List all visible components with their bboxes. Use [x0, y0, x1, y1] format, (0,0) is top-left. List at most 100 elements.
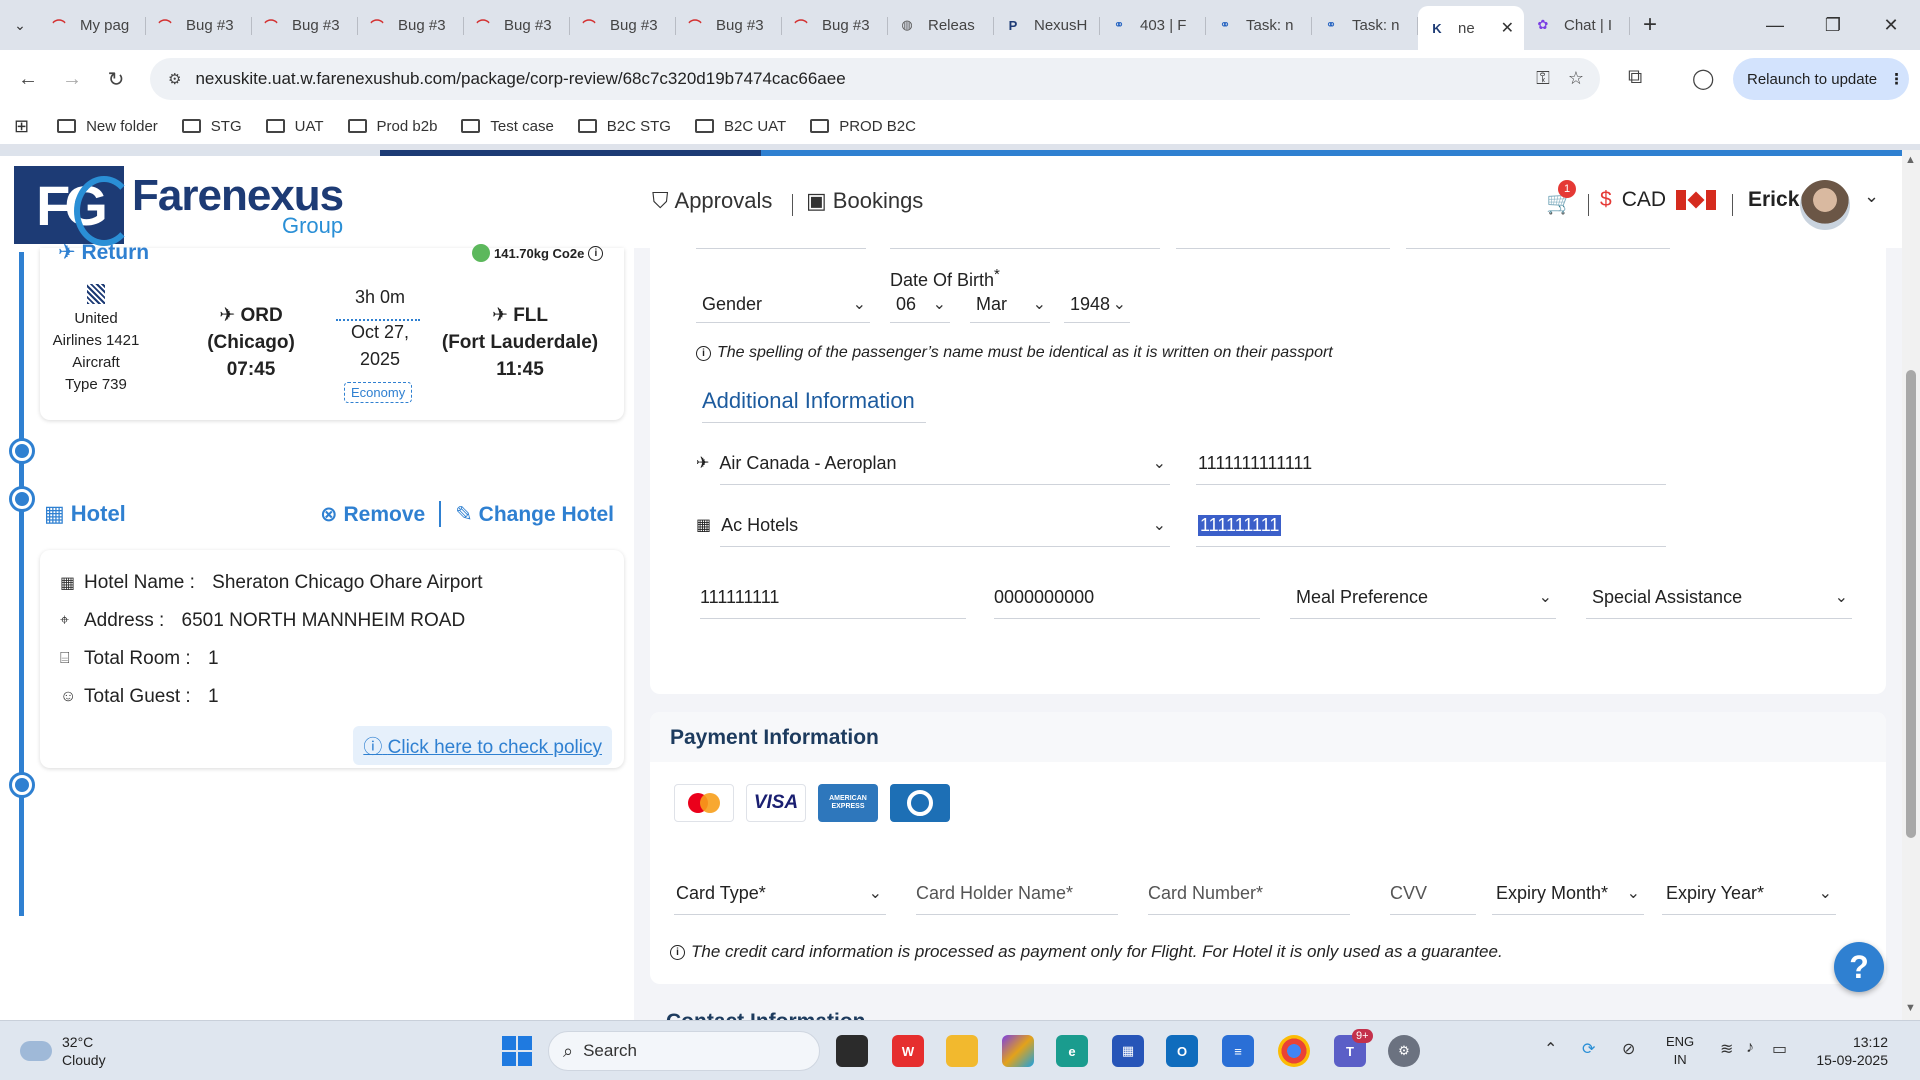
browser-tab[interactable]: ⌒ Bug #3	[464, 5, 570, 45]
key-icon[interactable]: ⚿	[1536, 68, 1550, 89]
close-tab-icon[interactable]: ✕	[1501, 18, 1514, 38]
file-explorer-icon[interactable]	[946, 1035, 978, 1067]
system-clock[interactable]: 13:12 15-09-2025	[1800, 1033, 1888, 1069]
wps-icon[interactable]: W	[892, 1035, 924, 1067]
minimize-icon[interactable]: —	[1746, 0, 1804, 50]
chrome-icon[interactable]	[1278, 1035, 1310, 1067]
volume-icon[interactable]: ♪	[1746, 1039, 1754, 1057]
change-hotel-button[interactable]: ✎ Change Hotel	[455, 502, 614, 527]
scroll-down-icon[interactable]: ▼	[1905, 1002, 1916, 1014]
info-icon[interactable]: i	[588, 245, 604, 261]
browser-tab[interactable]: ◍ Releas	[888, 5, 994, 45]
bookings-nav[interactable]: ▣ Bookings	[806, 188, 923, 214]
bookmark-folder[interactable]: Test case	[461, 118, 554, 135]
user-name[interactable]: Erick	[1748, 188, 1799, 212]
amex-icon[interactable]: AMERICAN EXPRESS	[818, 784, 878, 822]
visa-icon[interactable]: VISA	[746, 784, 806, 822]
approvals-nav[interactable]: ⛉ Approvals	[652, 188, 772, 214]
mastercard-icon[interactable]	[674, 784, 734, 822]
chevron-up-icon[interactable]: ⌃	[1544, 1039, 1557, 1059]
hotel-loyalty-select[interactable]: ▦ Ac Hotels ⌄	[696, 508, 1170, 542]
help-button[interactable]: ?	[1834, 942, 1884, 992]
expiry-year-select[interactable]: Expiry Year* ⌄	[1662, 876, 1836, 910]
scroll-thumb[interactable]	[1906, 370, 1916, 838]
settings-gear-icon[interactable]: ⚙	[1388, 1035, 1420, 1067]
gender-select[interactable]: Gender ⌄	[696, 288, 870, 320]
text-field-a[interactable]: 111111111	[700, 580, 966, 614]
browser-tab[interactable]: ⌒ Bug #3	[252, 5, 358, 45]
reload-icon[interactable]: ↻	[94, 67, 138, 92]
bookmark-folder[interactable]: New folder	[57, 118, 158, 135]
battery-icon[interactable]: ▭	[1772, 1039, 1787, 1059]
page-scrollbar[interactable]: ▲ ▼	[1902, 150, 1920, 1020]
language-indicator[interactable]: ENG IN	[1666, 1033, 1694, 1069]
bookmark-folder[interactable]: PROD B2C	[810, 118, 916, 135]
hotel-loyalty-number[interactable]: 111111111	[1196, 508, 1666, 542]
bookmark-folder[interactable]: B2C UAT	[694, 118, 786, 135]
browser-tab[interactable]: ⌒ Bug #3	[570, 5, 676, 45]
bookmark-star-icon[interactable]: ☆	[1568, 68, 1584, 89]
diners-icon[interactable]	[890, 784, 950, 822]
airline-loyalty-select[interactable]: ✈ Air Canada - Aeroplan ⌄	[696, 446, 1170, 480]
network-off-icon[interactable]: ⊘	[1622, 1039, 1635, 1059]
back-icon[interactable]: ←	[6, 68, 50, 91]
more-menu-icon[interactable]: ⋮	[1889, 70, 1904, 88]
card-holder-input[interactable]: Card Holder Name*	[916, 876, 1118, 910]
browser-tab[interactable]: P NexusH	[994, 5, 1100, 45]
wifi-icon[interactable]: ≋	[1720, 1039, 1733, 1059]
remove-hotel-button[interactable]: ⊗ Remove	[320, 502, 425, 527]
meal-preference-select[interactable]: Meal Preference ⌄	[1290, 580, 1556, 614]
card-number-input[interactable]: Card Number*	[1148, 876, 1350, 910]
chevron-down-icon[interactable]: ⌄	[1864, 186, 1879, 207]
scroll-up-icon[interactable]: ▲	[1905, 154, 1916, 166]
browser-tab[interactable]: ⌒ Bug #3	[782, 5, 888, 45]
outlook-icon[interactable]: O	[1166, 1035, 1198, 1067]
special-assistance-select[interactable]: Special Assistance ⌄	[1586, 580, 1852, 614]
browser-tab-active[interactable]: Kne ✕	[1418, 6, 1524, 50]
browser-tab[interactable]: ⌒ Bug #3	[146, 5, 252, 45]
browser-tab[interactable]: ⚭ 403 | F	[1100, 5, 1206, 45]
check-policy-link[interactable]: ⓘ Click here to check policy	[353, 726, 612, 765]
task-view-icon[interactable]	[836, 1035, 868, 1067]
cvv-input[interactable]: CVV	[1390, 876, 1476, 910]
bookmark-folder[interactable]: STG	[181, 118, 242, 135]
close-window-icon[interactable]: ✕	[1862, 0, 1920, 50]
weather-widget[interactable]: 32°C Cloudy	[20, 1033, 106, 1069]
windows-start-icon[interactable]	[502, 1036, 532, 1066]
dob-day-select[interactable]: 06 ⌄	[890, 288, 950, 320]
tab-search-chevron-icon[interactable]: ⌄	[0, 5, 40, 45]
browser-tab[interactable]: ⚭ Task: n	[1312, 5, 1418, 45]
relaunch-button[interactable]: Relaunch to update ⋮	[1733, 58, 1909, 100]
browser-tab[interactable]: ⌒ Bug #3	[676, 5, 782, 45]
card-type-select[interactable]: Card Type* ⌄	[674, 876, 886, 910]
profile-icon[interactable]: ◯	[1692, 66, 1714, 91]
apps-grid-icon[interactable]: ⊞	[14, 116, 29, 137]
restore-icon[interactable]: ❐	[1804, 0, 1862, 50]
farenexus-logo[interactable]: FG Farenexus Group	[14, 166, 354, 246]
extensions-icon[interactable]: ⧉	[1628, 66, 1642, 89]
expiry-month-select[interactable]: Expiry Month* ⌄	[1492, 876, 1644, 910]
site-info-icon[interactable]: ⚙	[168, 70, 181, 88]
bookmark-folder[interactable]: Prod b2b	[347, 118, 437, 135]
currency-selector[interactable]: $ CAD	[1600, 188, 1717, 212]
taskbar-search[interactable]: ⌕ Search	[548, 1031, 820, 1071]
notepad-icon[interactable]: ≡	[1222, 1035, 1254, 1067]
browser-tab[interactable]: ✿ Chat | I	[1524, 5, 1630, 45]
new-tab-button[interactable]: +	[1630, 11, 1670, 39]
dob-year-select[interactable]: 1948 ⌄	[1064, 288, 1130, 320]
store-icon[interactable]: ▦	[1112, 1035, 1144, 1067]
sync-icon[interactable]: ⟳	[1582, 1039, 1595, 1059]
forward-icon[interactable]: →	[50, 68, 94, 91]
avatar[interactable]	[1800, 180, 1850, 230]
airline-loyalty-number[interactable]: 1111111111111	[1196, 446, 1666, 480]
edge-icon[interactable]: e	[1056, 1035, 1088, 1067]
address-bar[interactable]: ⚙ nexuskite.uat.w.farenexushub.com/packa…	[150, 58, 1600, 100]
dob-month-select[interactable]: Mar ⌄	[970, 288, 1050, 320]
copilot-icon[interactable]	[1002, 1035, 1034, 1067]
browser-tab[interactable]: ⚭ Task: n	[1206, 5, 1312, 45]
browser-tab[interactable]: ⌒ My pag	[40, 5, 146, 45]
text-field-b[interactable]: 0000000000	[994, 580, 1260, 614]
bookmark-folder[interactable]: B2C STG	[577, 118, 671, 135]
bookmark-folder[interactable]: UAT	[265, 118, 324, 135]
browser-tab[interactable]: ⌒ Bug #3	[358, 5, 464, 45]
